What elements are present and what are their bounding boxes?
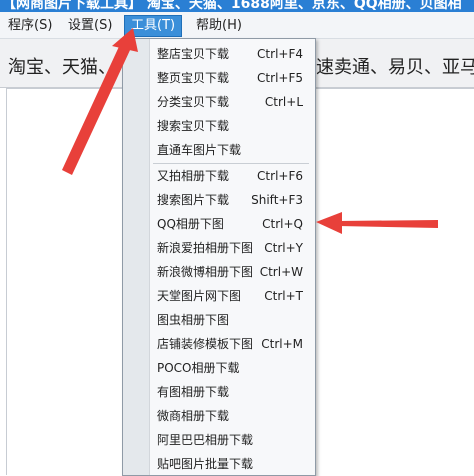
toolbar-text-left: 淘宝、天猫、 (8, 57, 116, 78)
menu-settings[interactable]: 设置(S) (62, 16, 118, 36)
menu-item-label: 微商相册下载 (157, 409, 230, 423)
window-title: 【网商图片下载工具】 淘宝、天猫、1688阿里、京东、QQ相册、贝图相 (2, 0, 462, 12)
menu-item-label: 图虫相册下图 (157, 313, 230, 327)
menu-item-tiantang-download[interactable]: 天堂图片网下图 Ctrl+T (155, 285, 309, 307)
menu-item-shortcut: Ctrl+F5 (257, 71, 303, 85)
menu-item-label: 又拍相册下载 (157, 169, 230, 183)
menu-item-label: 店铺装修模板下图 (157, 337, 254, 351)
menu-item-ztc-image-download[interactable]: 直通车图片下载 (155, 139, 309, 161)
menu-item-qq-album-download[interactable]: QQ相册下图 Ctrl+Q (155, 213, 309, 235)
menu-item-label: 整页宝贝下载 (157, 71, 230, 85)
menu-item-shortcut: Ctrl+Q (262, 217, 303, 231)
menu-item-poco-download[interactable]: POCO相册下载 (155, 357, 309, 379)
menu-item-shortcut: Ctrl+L (264, 95, 303, 109)
menu-item-weishang-download[interactable]: 微商相册下载 (155, 405, 309, 427)
tools-dropdown-menu: 整店宝贝下载 Ctrl+F4 整页宝贝下载 Ctrl+F5 分类宝贝下载 Ctr… (122, 38, 316, 476)
menu-item-sina-weibo-download[interactable]: 新浪微博相册下图 Ctrl+W (155, 261, 309, 283)
menu-item-label: 新浪微博相册下图 (157, 265, 254, 279)
menu-item-store-download[interactable]: 整店宝贝下载 Ctrl+F4 (155, 43, 309, 65)
menu-item-youtu-download[interactable]: 有图相册下载 (155, 381, 309, 403)
menu-item-upai-album-download[interactable]: 又拍相册下载 Ctrl+F6 (155, 165, 309, 187)
menu-item-store-template-download[interactable]: 店铺装修模板下图 Ctrl+M (155, 333, 309, 355)
menu-item-search-image-download[interactable]: 搜索图片下载 Shift+F3 (155, 189, 309, 211)
menu-item-label: 新浪爱拍相册下图 (157, 241, 254, 255)
menu-item-sina-aipai-download[interactable]: 新浪爱拍相册下图 Ctrl+Y (155, 237, 309, 259)
menu-item-label: 阿里巴巴相册下载 (157, 433, 254, 447)
menu-item-label: 分类宝贝下载 (157, 95, 230, 109)
menu-tools[interactable]: 工具(T) (124, 15, 183, 37)
toolbar-text-right: 速卖通、易贝、亚马 (316, 57, 474, 78)
menu-item-shortcut: Ctrl+T (264, 289, 303, 303)
title-bar: 【网商图片下载工具】 淘宝、天猫、1688阿里、京东、QQ相册、贝图相 (0, 0, 474, 12)
menu-gutter (123, 39, 150, 475)
menu-program[interactable]: 程序(S) (2, 16, 58, 36)
menu-item-label: 整店宝贝下载 (157, 47, 230, 61)
menu-item-shortcut: Ctrl+M (261, 337, 303, 351)
menu-item-label: 有图相册下载 (157, 385, 230, 399)
menu-item-shortcut: Ctrl+F6 (257, 169, 303, 183)
menu-item-label: QQ相册下图 (157, 217, 224, 231)
menu-separator (153, 163, 309, 164)
menu-bar: 程序(S) 设置(S) 工具(T) 帮助(H) (0, 12, 474, 39)
menu-item-label: 搜索宝贝下载 (157, 119, 230, 133)
menu-item-shortcut: Ctrl+W (259, 265, 303, 279)
menu-item-label: 直通车图片下载 (157, 143, 242, 157)
menu-item-category-download[interactable]: 分类宝贝下载 Ctrl+L (155, 91, 309, 113)
menu-item-shortcut: Ctrl+F4 (257, 47, 303, 61)
menu-item-label: 搜索图片下载 (157, 193, 230, 207)
menu-item-label: 天堂图片网下图 (157, 289, 242, 303)
menu-item-shortcut: Shift+F3 (251, 193, 303, 207)
menu-item-label: POCO相册下载 (157, 361, 240, 375)
menu-item-alibaba-download[interactable]: 阿里巴巴相册下载 (155, 429, 309, 451)
menu-item-label: 贴吧图片批量下载 (157, 457, 254, 471)
menu-help[interactable]: 帮助(H) (190, 16, 248, 36)
menu-item-shortcut: Ctrl+Y (264, 241, 303, 255)
menu-item-tieba-download[interactable]: 贴吧图片批量下载 (155, 453, 309, 475)
menu-item-search-product-download[interactable]: 搜索宝贝下载 (155, 115, 309, 137)
menu-item-page-download[interactable]: 整页宝贝下载 Ctrl+F5 (155, 67, 309, 89)
menu-item-tuchong-download[interactable]: 图虫相册下图 (155, 309, 309, 331)
